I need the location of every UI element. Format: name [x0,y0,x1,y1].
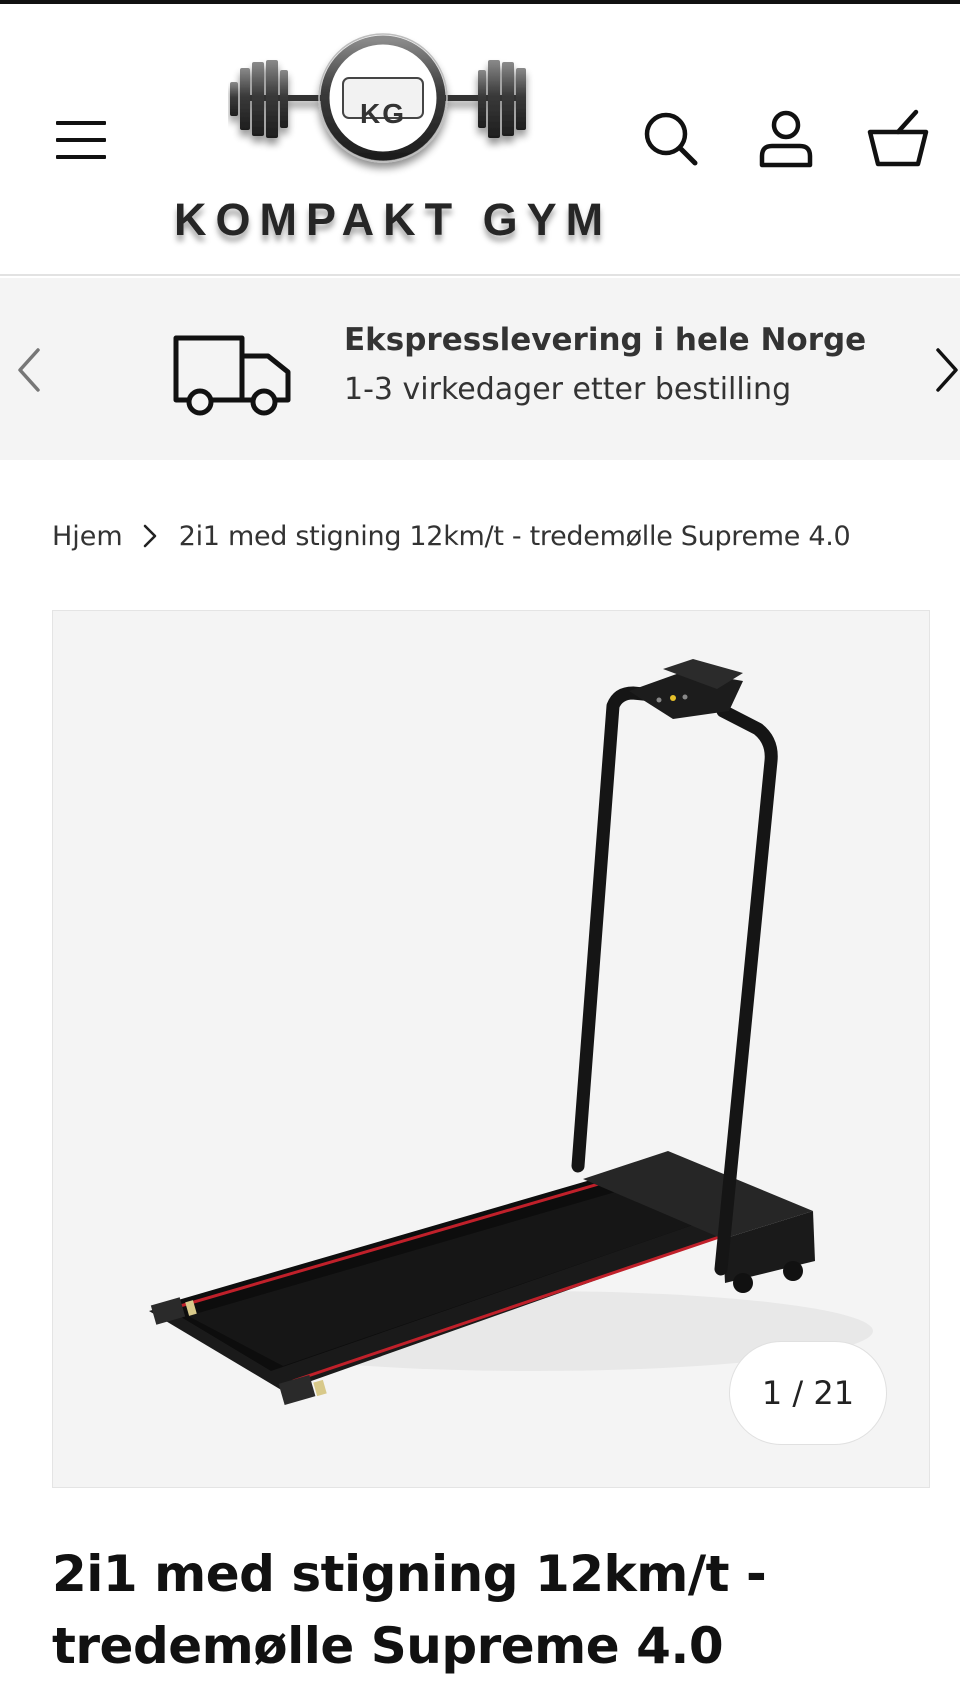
chevron-right-icon [143,524,157,548]
announcement-prev-button[interactable] [10,342,50,398]
truck-icon [173,335,291,416]
search-button[interactable] [640,108,700,168]
chevron-left-icon [18,348,40,392]
image-counter: 1 / 21 [729,1341,887,1445]
breadcrumb-current: 2i1 med stigning 12km/t - tredemølle Sup… [178,520,851,552]
breadcrumb-home-link[interactable]: Hjem [52,521,123,552]
announcement-title: Ekspresslevering i hele Norge [344,322,867,358]
announcement-subtitle: 1-3 virkedager etter bestilling [344,372,792,407]
product-gallery[interactable]: 1 / 21 [52,610,930,1488]
search-icon [644,112,698,166]
account-button[interactable] [756,108,816,168]
announcement-bar: Ekspresslevering i hele Norge 1-3 virked… [0,278,960,460]
menu-icon-bar [56,155,106,159]
logo-monogram: KG [360,98,406,129]
chevron-right-icon [936,348,958,392]
cart-icon [867,109,929,167]
site-logo[interactable]: KG KOMPAKT GYM [168,30,608,256]
site-header: KG KOMPAKT GYM [0,4,960,276]
menu-icon-bar [56,138,106,142]
announcement-next-button[interactable] [930,342,960,398]
account-icon [759,110,813,168]
menu-icon-bar [56,121,106,125]
cart-button[interactable] [866,108,929,168]
product-title: 2i1 med stigning 12km/t - tredemølle Sup… [52,1545,767,1675]
menu-button[interactable] [54,119,108,163]
brand-name: KOMPAKT GYM [174,194,613,245]
breadcrumb: Hjem 2i1 med stigning 12km/t - tredemøll… [52,516,851,556]
